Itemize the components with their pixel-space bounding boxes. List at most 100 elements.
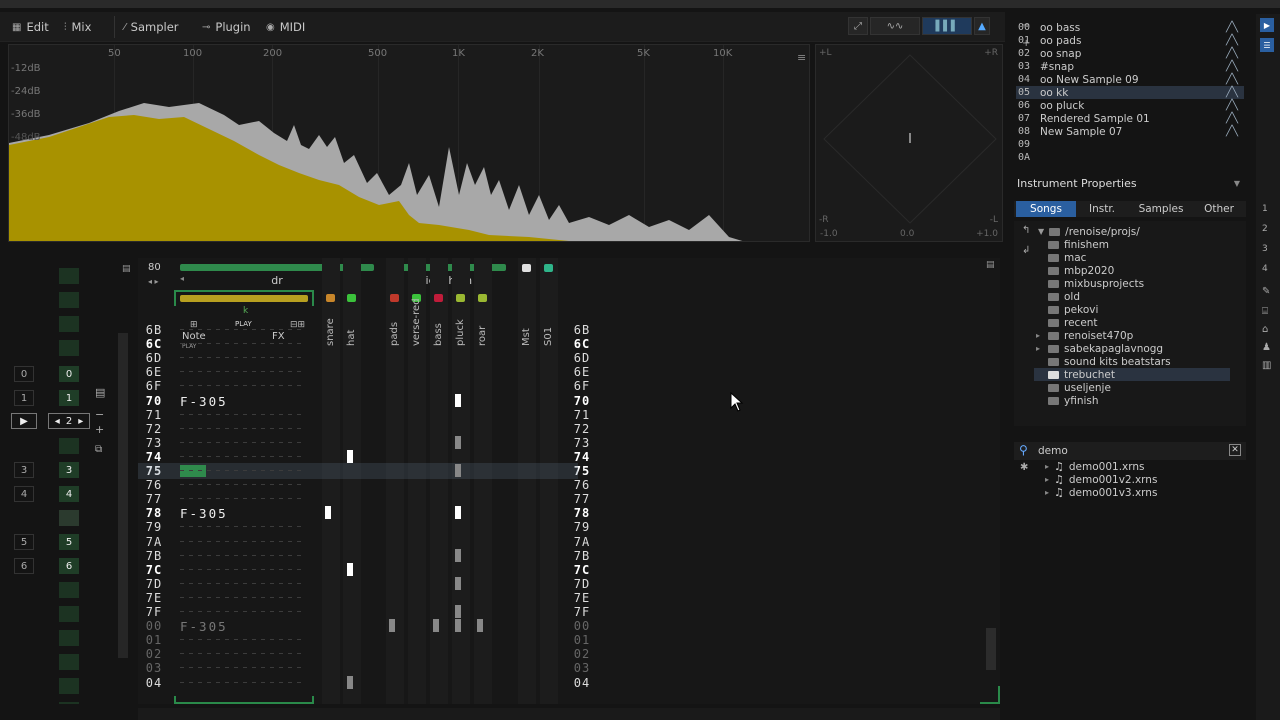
empty-note-cell[interactable] [180, 653, 306, 655]
expand-icon[interactable]: ▸ [1036, 331, 1040, 340]
empty-note-cell[interactable] [180, 681, 306, 683]
tab-songs[interactable]: Songs [1016, 201, 1076, 217]
sidebar-num[interactable]: 2 [1262, 224, 1268, 234]
row-number[interactable]: 6E [566, 365, 598, 379]
empty-note-cell[interactable] [180, 357, 306, 359]
lines-per-beat[interactable]: 80 [148, 262, 161, 273]
instrument-item[interactable]: 04 oo New Sample 09 ╱╲ [1016, 73, 1244, 86]
file-item[interactable]: ▸ ♫ demo001.xrns [1045, 460, 1145, 473]
row-number[interactable]: 7C [566, 563, 598, 577]
row-number[interactable]: 7A [566, 535, 598, 549]
row-number[interactable]: 6D [566, 351, 598, 365]
pattern-slot[interactable]: 1 [59, 390, 79, 406]
row-number[interactable]: 7C [138, 563, 170, 577]
folder-item[interactable]: yfinish [1048, 394, 1099, 407]
empty-note-cell[interactable] [180, 667, 306, 669]
empty-note-cell[interactable] [180, 455, 306, 457]
row-number[interactable]: 77 [138, 492, 170, 506]
row-number[interactable]: 6F [566, 379, 598, 393]
remove-icon[interactable]: − [95, 408, 104, 421]
track-column-hat[interactable] [343, 258, 361, 704]
row-number[interactable]: 7B [566, 549, 598, 563]
play-marker-icon[interactable]: ▶ [11, 413, 37, 429]
row-number[interactable]: 71 [138, 408, 170, 422]
folder-item[interactable]: mixbusprojects [1048, 277, 1144, 290]
row-number[interactable]: 02 [566, 647, 598, 661]
row-number[interactable]: 71 [566, 408, 598, 422]
empty-note-cell[interactable] [180, 596, 306, 598]
track-mute-indicator[interactable] [478, 294, 487, 302]
volume-block[interactable] [455, 393, 461, 407]
row-number[interactable]: 04 [138, 676, 170, 690]
track-column-S01[interactable] [540, 258, 558, 704]
close-icon[interactable]: ✕ [1229, 444, 1241, 456]
folder-item[interactable]: recent [1048, 316, 1098, 329]
volume-block[interactable] [455, 576, 461, 590]
list-icon[interactable]: ▤ [95, 386, 105, 399]
tab-samples[interactable]: Samples [1128, 201, 1194, 217]
folder-item[interactable]: pekovi [1048, 303, 1098, 316]
expand-icon[interactable]: ▸ [1036, 344, 1040, 353]
forward-icon[interactable]: ↲ [1022, 245, 1030, 256]
pattern-scrollbar[interactable] [986, 628, 996, 670]
remove-icon[interactable]: − [1022, 20, 1030, 31]
folder-item[interactable]: useljenje [1048, 381, 1111, 394]
spectrum-mode-button[interactable]: ▌▌▌ [922, 17, 972, 35]
empty-note-cell[interactable] [180, 582, 306, 584]
user-icon[interactable]: ♟ [1262, 342, 1271, 353]
current-pattern[interactable]: ◂ 2 ▸ [48, 413, 90, 429]
sequencer-scrollbar[interactable] [118, 333, 128, 658]
volume-block[interactable] [477, 619, 483, 633]
row-number[interactable]: 7F [566, 605, 598, 619]
folder-item[interactable]: trebuchet [1034, 368, 1230, 381]
row-number[interactable]: 01 [566, 633, 598, 647]
row-number[interactable]: 6B [138, 323, 170, 337]
instrument-item[interactable]: 05 oo kk ╱╲ [1016, 86, 1244, 99]
pattern-slot[interactable]: 5 [59, 534, 79, 550]
track-mute-indicator[interactable] [456, 294, 465, 302]
library-icon[interactable]: ▥ [1262, 360, 1271, 371]
instrument-item[interactable]: 06 oo pluck ╱╲ [1016, 99, 1244, 112]
instrument-item[interactable]: 00 oo bass ╱╲ [1016, 21, 1244, 34]
row-number[interactable]: 6D [138, 351, 170, 365]
row-number[interactable]: 7D [138, 577, 170, 591]
file-item[interactable]: ▸ ♫ demo001v2.xrns [1045, 473, 1157, 486]
instrument-properties-header[interactable]: Instrument Properties ▼ [1014, 174, 1246, 192]
tab-other[interactable]: Other [1194, 201, 1244, 217]
track-column-Mst[interactable] [518, 258, 536, 704]
empty-note-cell[interactable] [180, 484, 306, 486]
empty-note-cell[interactable] [180, 568, 306, 570]
clone-icon[interactable]: ⧉ [95, 444, 102, 455]
pattern-slot[interactable]: 3 [59, 462, 79, 478]
seq-position[interactable]: 4 [14, 486, 34, 502]
row-number[interactable]: 7A [138, 535, 170, 549]
add-icon[interactable]: + [95, 423, 104, 436]
pattern-slot[interactable] [59, 438, 79, 454]
row-number[interactable]: 76 [138, 478, 170, 492]
empty-note-cell[interactable] [180, 554, 306, 556]
seq-position[interactable]: 0 [14, 366, 34, 382]
empty-note-cell[interactable] [180, 611, 306, 612]
track-color-bar[interactable] [180, 295, 308, 302]
volume-block[interactable] [347, 562, 353, 576]
row-number[interactable]: 78 [138, 506, 170, 520]
row-number[interactable]: 03 [566, 661, 598, 675]
track-mute-indicator[interactable] [434, 294, 443, 302]
row-number[interactable]: 79 [566, 520, 598, 534]
empty-note-cell[interactable] [180, 470, 306, 471]
volume-block[interactable] [433, 619, 439, 633]
expand-icon[interactable]: ⤢ [848, 17, 868, 35]
volume-block[interactable] [455, 506, 461, 520]
empty-note-cell[interactable] [180, 329, 306, 330]
scope-mode-button[interactable]: ∿∿ [870, 17, 920, 35]
row-number[interactable]: 00 [566, 619, 598, 633]
folder-item[interactable]: finishem [1048, 238, 1109, 251]
folder-item[interactable]: ▸ sabekapaglavnogg [1036, 342, 1163, 355]
file-item[interactable]: ▸ ♫ demo001v3.xrns [1045, 486, 1157, 499]
row-number[interactable]: 79 [138, 520, 170, 534]
row-number[interactable]: 72 [566, 422, 598, 436]
nav-arrows-icon[interactable]: ◂ ▸ [148, 277, 159, 286]
row-number[interactable]: 7E [138, 591, 170, 605]
instrument-item[interactable]: 02 oo snap ╱╲ [1016, 47, 1244, 60]
tab-plugin[interactable]: ⊸ Plugin [202, 18, 251, 36]
